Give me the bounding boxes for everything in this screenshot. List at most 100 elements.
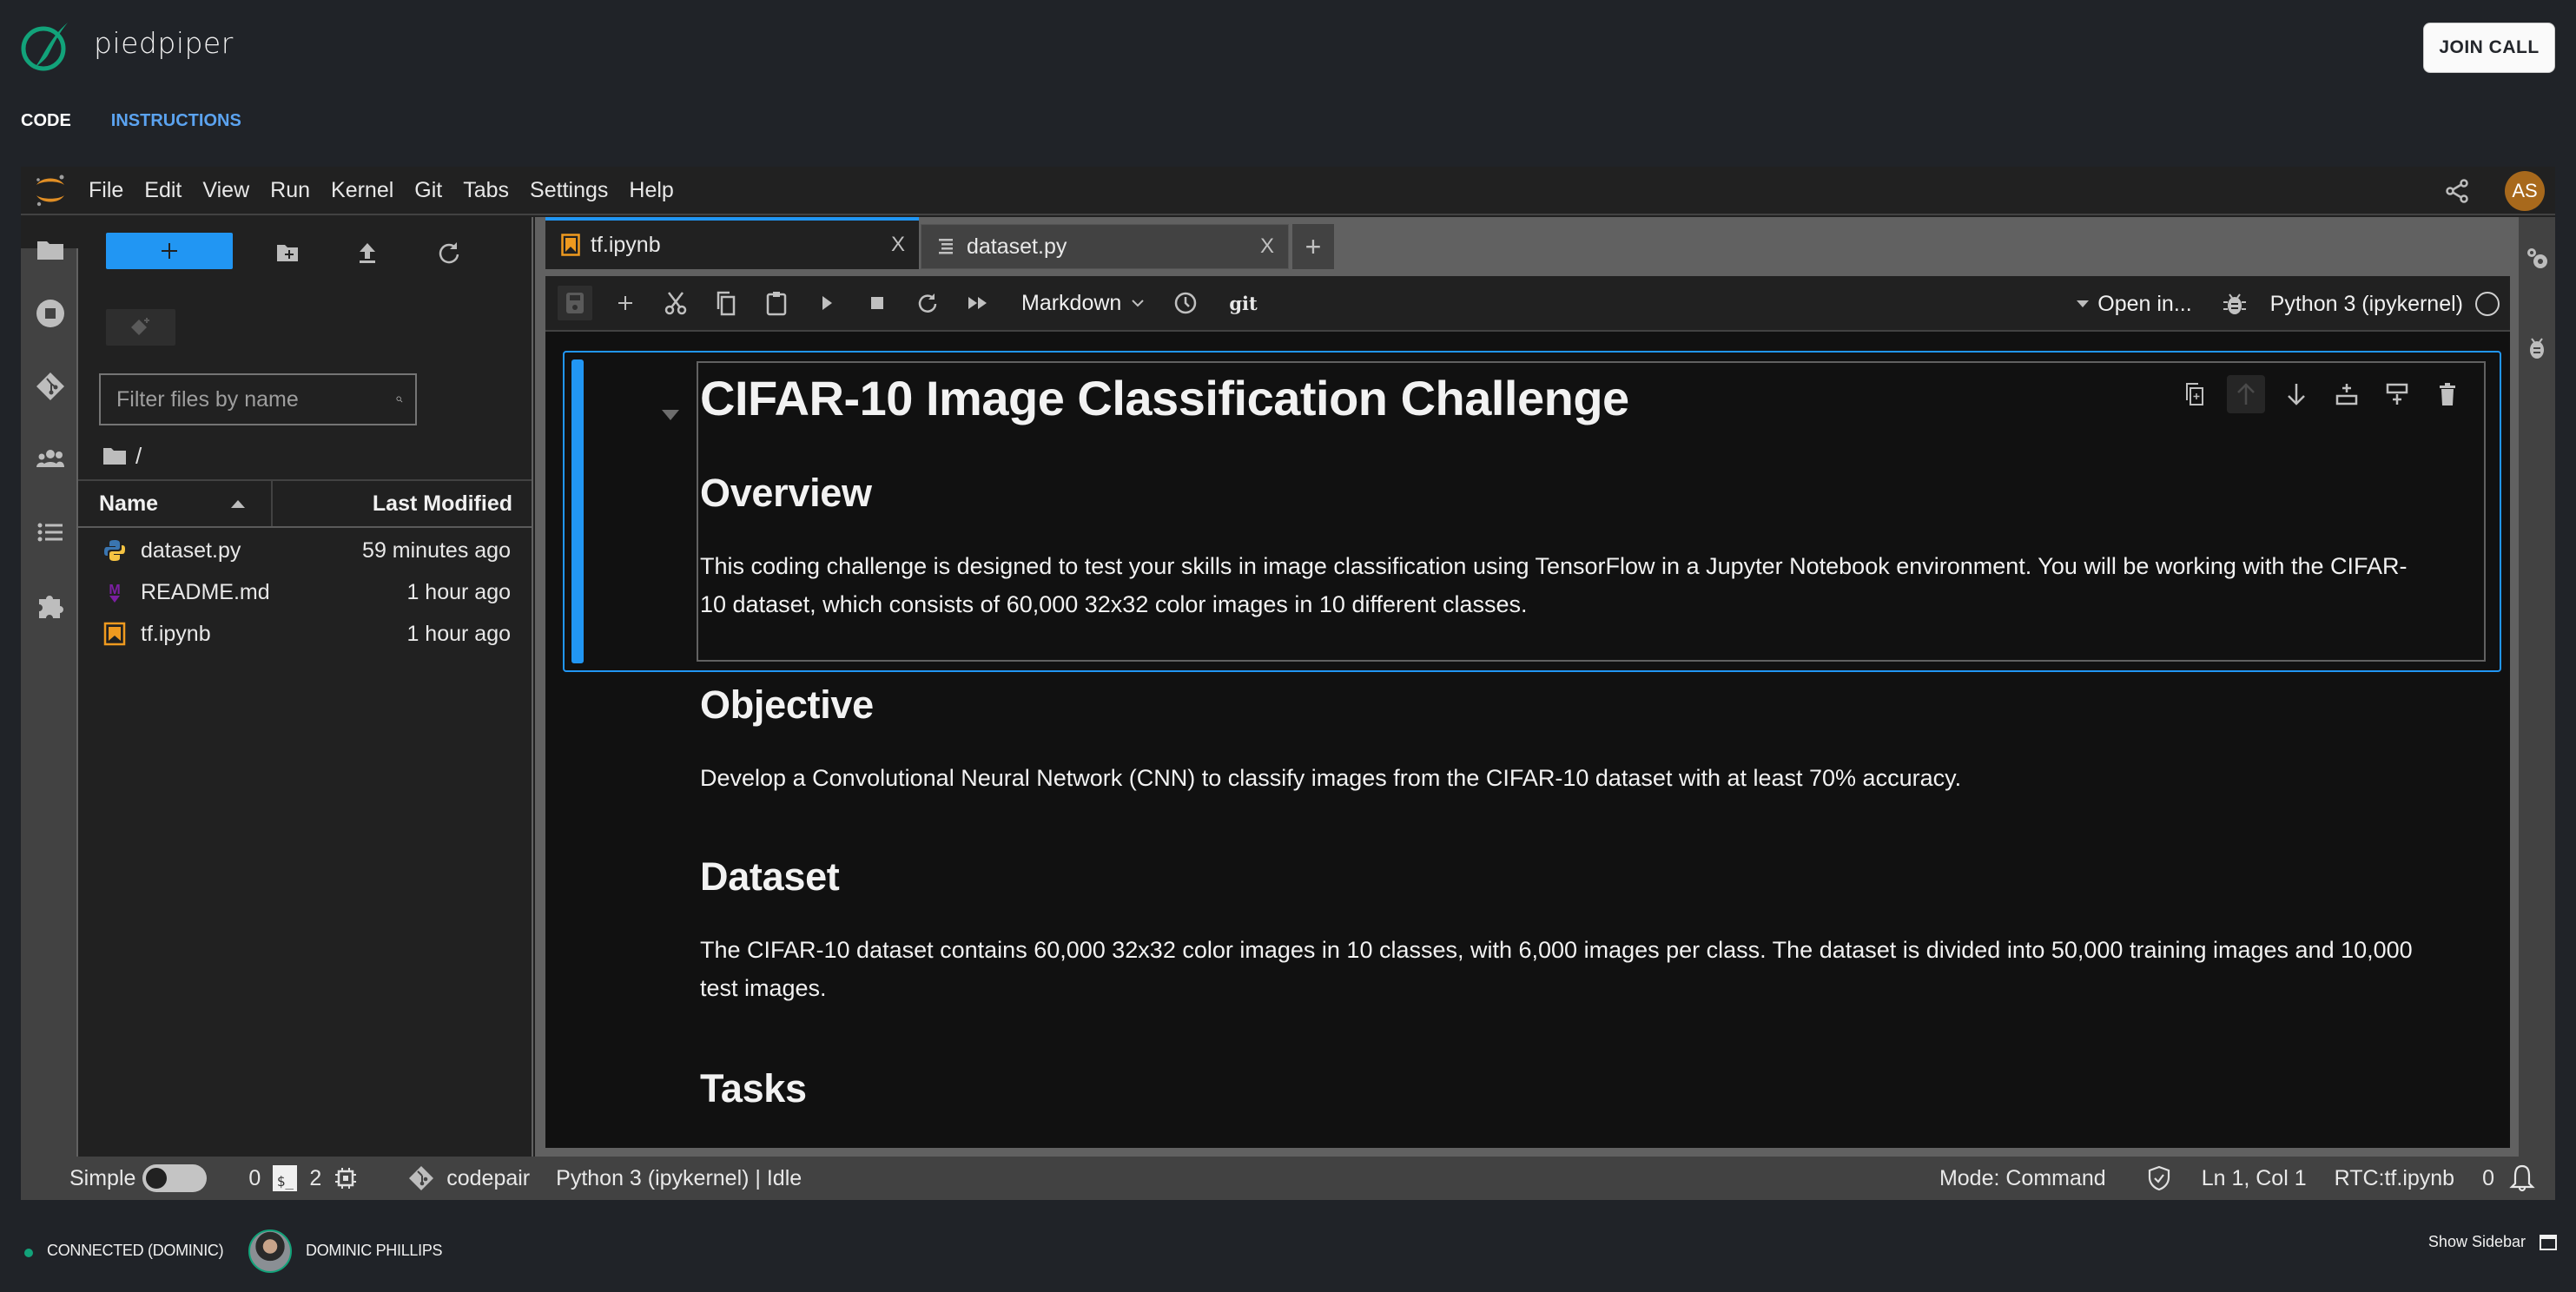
file-name: dataset.py	[141, 537, 241, 563]
menu-bar: File Edit View Run Kernel Git Tabs Setti…	[21, 167, 2555, 215]
clock-icon	[1175, 292, 1197, 314]
run-cell-button[interactable]	[809, 286, 844, 320]
menu-settings[interactable]: Settings	[530, 178, 625, 203]
cut-cell-button[interactable]	[658, 286, 693, 320]
left-activity-bar	[21, 217, 78, 1157]
file-browser: / Name Last Modified dataset.py 59 minut…	[78, 217, 533, 1157]
property-inspector-icon[interactable]	[2524, 245, 2550, 271]
git-clone-button[interactable]	[106, 309, 175, 346]
file-modified: 59 minutes ago	[362, 537, 511, 563]
user-avatar[interactable]: AS	[2505, 171, 2545, 211]
menu-edit[interactable]: Edit	[144, 178, 199, 203]
breadcrumb-home-folder-icon[interactable]	[102, 445, 127, 466]
menu-tabs[interactable]: Tabs	[463, 178, 526, 203]
move-cell-up-button[interactable]	[2227, 375, 2265, 413]
sort-ascending-icon	[231, 500, 245, 508]
restart-kernel-button[interactable]	[910, 286, 945, 320]
git-icon[interactable]	[36, 372, 65, 401]
rtc-status: RTC:tf.ipynb	[2334, 1165, 2455, 1190]
git-branch-status[interactable]: codepair	[408, 1165, 530, 1191]
close-tab-icon[interactable]: X	[1260, 234, 1274, 259]
restart-run-all-button[interactable]	[961, 286, 995, 320]
column-name-header[interactable]: Name	[78, 481, 273, 526]
file-row[interactable]: tf.ipynb 1 hour ago	[78, 613, 532, 655]
menu-file[interactable]: File	[89, 178, 141, 203]
filter-files-input[interactable]	[101, 386, 396, 412]
interrupt-kernel-button[interactable]	[860, 286, 895, 320]
join-call-button[interactable]: JOIN CALL	[2423, 23, 2555, 73]
menu-kernel[interactable]: Kernel	[331, 178, 411, 203]
breadcrumb-root[interactable]: /	[135, 443, 142, 470]
cursor-position[interactable]: Ln 1, Col 1	[2202, 1166, 2307, 1191]
notebook-content[interactable]: CIFAR-10 Image Classification Challenge …	[545, 333, 2510, 1148]
participant-avatar[interactable]	[248, 1229, 292, 1273]
new-tab-button[interactable]: +	[1292, 224, 1334, 269]
kernel-status-text[interactable]: Python 3 (ipykernel) | Idle	[556, 1166, 802, 1191]
tab-instructions[interactable]: INSTRUCTIONS	[111, 111, 241, 131]
notebook-file-icon	[103, 622, 126, 646]
menu-view[interactable]: View	[202, 178, 267, 203]
terminal-icon: $_	[273, 1165, 298, 1191]
collaborators-icon[interactable]	[36, 445, 65, 474]
share-icon[interactable]	[2444, 178, 2470, 204]
paste-cell-button[interactable]	[759, 286, 794, 320]
scissors-icon	[664, 292, 687, 315]
duplicate-cell-button[interactable]	[2176, 375, 2215, 413]
column-name-label: Name	[99, 491, 159, 516]
git-branch-icon	[409, 1166, 434, 1190]
debugger-sidebar-icon[interactable]	[2524, 335, 2550, 361]
jupyterlab-window: File Edit View Run Kernel Git Tabs Setti…	[21, 167, 2555, 1200]
table-of-contents-icon[interactable]	[36, 517, 65, 547]
right-sidebar	[2519, 217, 2555, 1157]
tab-dataset-py[interactable]: dataset.py X	[921, 224, 1289, 269]
trusted-shield-icon[interactable]	[2146, 1165, 2172, 1191]
running-icon[interactable]	[36, 299, 65, 328]
menu-run[interactable]: Run	[270, 178, 327, 203]
menu-help[interactable]: Help	[629, 178, 690, 203]
upload-icon[interactable]	[354, 240, 380, 266]
show-sidebar-button[interactable]: Show Sidebar	[2428, 1233, 2557, 1251]
file-row[interactable]: dataset.py 59 minutes ago	[78, 530, 532, 571]
file-row[interactable]: M README.md 1 hour ago	[78, 571, 532, 613]
menu-git[interactable]: Git	[414, 178, 459, 203]
git-diff-button[interactable]: git	[1229, 293, 1257, 314]
new-launcher-button[interactable]	[106, 233, 233, 269]
close-tab-icon[interactable]: X	[891, 233, 905, 257]
new-folder-icon[interactable]	[274, 240, 301, 266]
extensions-icon[interactable]	[36, 590, 65, 620]
section-dataset-body: The CIFAR-10 dataset contains 60,000 32x…	[700, 931, 2420, 1007]
file-name: tf.ipynb	[141, 621, 211, 646]
search-icon	[396, 396, 403, 403]
cell-type-value: Markdown	[1021, 290, 1122, 315]
refresh-icon[interactable]	[436, 240, 462, 266]
cell-type-dropdown[interactable]: Markdown	[1021, 291, 1146, 316]
jupyter-logo-icon	[36, 175, 64, 207]
show-sidebar-label: Show Sidebar	[2427, 1233, 2526, 1250]
plus-icon	[618, 296, 632, 310]
simple-mode-toggle[interactable]	[142, 1164, 208, 1192]
notification-bell-icon[interactable]	[2507, 1163, 2538, 1194]
folder-icon[interactable]	[36, 234, 65, 264]
tab-tf-ipynb[interactable]: tf.ipynb X	[545, 217, 919, 269]
copy-cell-button[interactable]	[709, 286, 743, 320]
history-button[interactable]	[1168, 286, 1203, 320]
section-heading: Dataset	[700, 854, 840, 899]
open-in-dropdown[interactable]: Open in...	[2077, 292, 2192, 317]
section-overview: Overview	[700, 471, 872, 516]
file-list: dataset.py 59 minutes ago M README.md 1 …	[78, 530, 532, 655]
insert-cell-button[interactable]	[608, 286, 643, 320]
column-modified-header[interactable]: Last Modified	[273, 491, 532, 517]
insert-cell-above-button[interactable]	[2328, 375, 2366, 413]
kernel-name-button[interactable]: Python 3 (ipykernel)	[2270, 292, 2463, 317]
delete-cell-button[interactable]	[2428, 375, 2467, 413]
chevron-down-icon	[1132, 300, 1145, 307]
save-button[interactable]	[558, 286, 592, 320]
running-sessions[interactable]: 0 $_ 2	[248, 1165, 358, 1191]
tab-code[interactable]: CODE	[21, 111, 71, 131]
notebook-toolbar: Markdown git Open in... Python 3 (ipyker…	[545, 276, 2510, 332]
insert-cell-below-button[interactable]	[2378, 375, 2416, 413]
cell-collapser[interactable]	[571, 359, 584, 663]
debugger-icon[interactable]	[2222, 291, 2248, 317]
move-cell-down-button[interactable]	[2277, 375, 2315, 413]
collapse-heading-icon[interactable]	[662, 410, 679, 420]
